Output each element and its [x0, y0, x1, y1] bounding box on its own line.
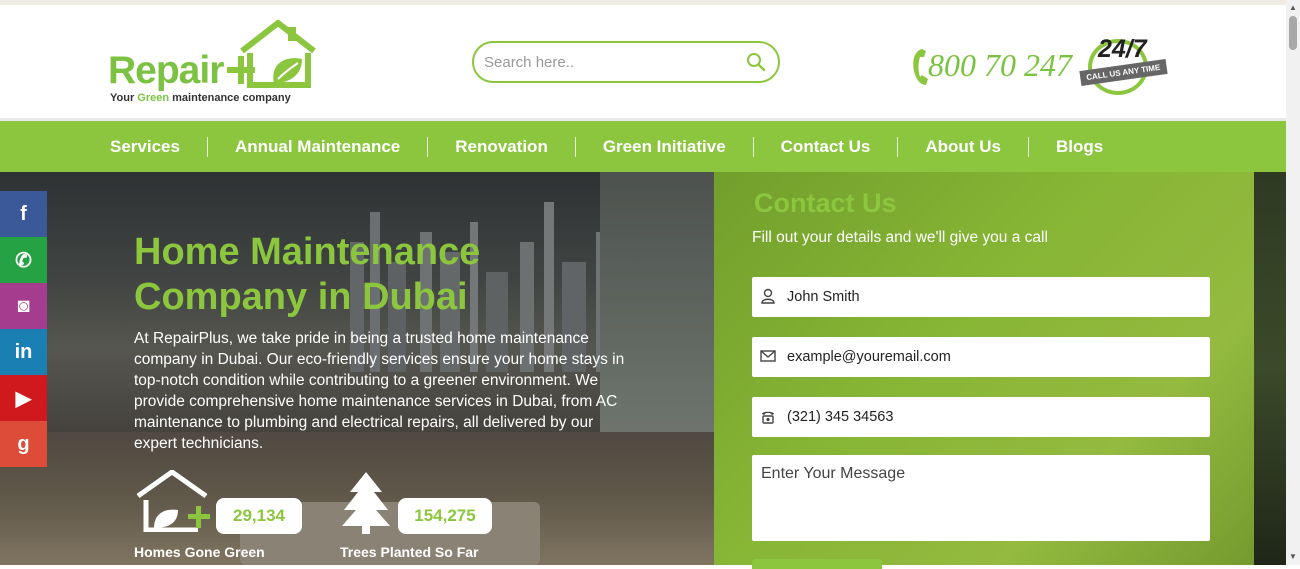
phone-number[interactable]: 800 70 247 [928, 47, 1072, 84]
submit-button[interactable] [752, 559, 882, 569]
page-scrollbar[interactable]: ▲ ▼ [1286, 0, 1300, 565]
phone-value[interactable]: (321) 345 34563 [787, 409, 893, 425]
logo-tagline-prefix: Your [110, 92, 138, 104]
nav-divider [427, 136, 429, 157]
nav-divider [1027, 136, 1029, 157]
green-home-icon [136, 469, 210, 533]
phone-field[interactable]: (321) 345 34563 [752, 397, 1210, 437]
name-value[interactable]: John Smith [787, 289, 860, 305]
badge-text: 24/7 [1098, 35, 1147, 63]
main-nav: Services Annual Maintenance Renovation G… [0, 118, 1286, 172]
youtube-icon[interactable]: ▶ [0, 375, 47, 421]
nav-item-blogs[interactable]: Blogs [1056, 137, 1103, 157]
facebook-glyph: f [20, 202, 27, 225]
nav-label[interactable]: Services [110, 137, 180, 157]
facebook-icon[interactable]: f [0, 191, 47, 237]
hero-description: At RepairPlus, we take pride in being a … [134, 330, 625, 452]
nav-label[interactable]: Annual Maintenance [235, 137, 400, 157]
logo-tagline-suffix: maintenance company [169, 92, 291, 104]
scroll-up-icon[interactable]: ▲ [1289, 3, 1297, 12]
envelope-icon [760, 350, 776, 362]
tree-icon [342, 472, 390, 534]
nav-item-annual-maintenance[interactable]: Annual Maintenance [235, 136, 455, 157]
telephone-icon [762, 411, 774, 424]
nav-divider [752, 136, 754, 157]
search-input[interactable] [484, 51, 734, 73]
nav-label[interactable]: About Us [925, 137, 1001, 157]
scrollbar-thumb[interactable] [1289, 16, 1297, 50]
stat-homes-green: 29,134 Homes Gone Green [134, 469, 304, 565]
stat-caption: Trees Planted So Far [340, 544, 479, 560]
google-icon[interactable]: g [0, 421, 47, 467]
nav-item-about-us[interactable]: About Us [925, 136, 1056, 157]
nav-item-renovation[interactable]: Renovation [455, 136, 603, 157]
stat-trees-planted: 154,275 Trees Planted So Far [340, 470, 500, 565]
email-field[interactable]: example@youremail.com [752, 337, 1210, 377]
user-icon [761, 288, 775, 304]
nav-item-services[interactable]: Services [110, 136, 235, 157]
plant-image [1254, 172, 1286, 565]
search-icon[interactable] [746, 52, 766, 72]
message-textarea[interactable]: Enter Your Message [752, 455, 1210, 541]
hero-title: Home Maintenance Company in Dubai [134, 231, 481, 318]
form-subheading: Fill out your details and we'll give you… [752, 229, 1048, 246]
youtube-glyph: ▶ [15, 387, 32, 410]
badge-24-7: 24/7 CALL US ANY TIME [1079, 35, 1172, 97]
contact-form: Contact Us Fill out your details and we'… [752, 188, 1212, 569]
nav-label[interactable]: Green Initiative [603, 137, 726, 157]
phone-icon [913, 49, 928, 85]
nav-label[interactable]: Renovation [455, 137, 548, 157]
logo[interactable]: Repair Your Green maintenance company [108, 19, 318, 105]
logo-wordmark: Repair [108, 49, 224, 92]
stat-caption: Homes Gone Green [134, 544, 265, 560]
linkedin-icon[interactable]: in [0, 329, 47, 375]
site-header: Repair Your Green maintenance company 80… [0, 5, 1286, 118]
logo-tagline-green: Green [137, 92, 170, 104]
logo-tagline: Your Green maintenance company [110, 92, 291, 104]
logo-house-icon [227, 20, 316, 88]
search-box[interactable] [472, 41, 780, 83]
email-value[interactable]: example@youremail.com [787, 349, 951, 365]
nav-label[interactable]: Blogs [1056, 137, 1103, 157]
linkedin-glyph: in [14, 340, 33, 363]
phone-block[interactable]: 800 70 247 24/7 CALL US ANY TIME [910, 35, 1175, 97]
nav-item-contact-us[interactable]: Contact Us [781, 136, 926, 157]
instagram-glyph: ◙ [17, 294, 30, 317]
nav-label[interactable]: Contact Us [781, 137, 871, 157]
whatsapp-glyph: ✆ [15, 249, 32, 272]
instagram-icon[interactable]: ◙ [0, 283, 47, 329]
form-heading: Contact Us [754, 188, 897, 218]
stat-value: 154,275 [398, 498, 492, 534]
nav-divider [897, 136, 899, 157]
whatsapp-icon[interactable]: ✆ [0, 237, 47, 283]
google-glyph: g [17, 432, 30, 455]
nav-item-green-initiative[interactable]: Green Initiative [603, 136, 781, 157]
name-field[interactable]: John Smith [752, 277, 1210, 317]
nav-divider [206, 136, 208, 157]
stat-value: 29,134 [216, 498, 302, 534]
scroll-down-icon[interactable]: ▼ [1289, 552, 1297, 561]
nav-divider [574, 136, 576, 157]
social-sidebar: f ✆ ◙ in ▶ g [0, 191, 47, 467]
message-placeholder: Enter Your Message [761, 465, 906, 482]
